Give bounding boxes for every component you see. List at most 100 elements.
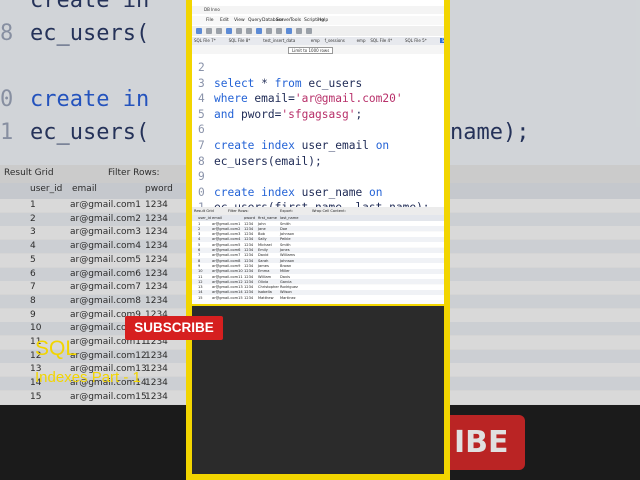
- video-frame: DB Inno File Edit View Query Database Server T…: [186, 0, 450, 480]
- table-cell: 1: [198, 221, 201, 226]
- table-cell: Christopher: [258, 285, 279, 290]
- table-cell: ar@gmail.com15: [212, 295, 243, 300]
- table-cell: Peikle: [280, 237, 291, 242]
- menu-bar: File Edit View Query Database Server Tools Scri…: [192, 16, 444, 25]
- table-cell: ar@gmail.com3: [212, 232, 241, 237]
- tab-sql-file-7-[interactable]: SQL File 7*: [194, 38, 216, 43]
- toolbar-icon[interactable]: [226, 28, 232, 34]
- code-keyword: index: [261, 185, 295, 199]
- table-cell: ar@gmail.com10: [212, 269, 243, 274]
- table-cell: Michael: [258, 242, 272, 247]
- table-cell: Davis: [280, 274, 290, 279]
- table-cell: 1234: [244, 274, 254, 279]
- tab-emp[interactable]: emp: [357, 38, 366, 43]
- column-header[interactable]: first_name: [258, 216, 277, 220]
- toolbar-icon[interactable]: [296, 28, 302, 34]
- toolbar-icon[interactable]: [286, 28, 292, 34]
- table-cell: Martinez: [280, 295, 296, 300]
- limit-rows-select[interactable]: Limit to 1000 rows: [288, 47, 334, 54]
- table-cell: Garcia: [280, 279, 292, 284]
- code-text: ec_users: [301, 76, 363, 90]
- code-text: pword=: [234, 107, 282, 121]
- table-cell: Bob: [258, 232, 265, 237]
- toolbar-icon[interactable]: [266, 28, 272, 34]
- table-cell: 1234: [244, 221, 254, 226]
- caption-card: [192, 306, 444, 474]
- table-cell: Wilson: [280, 290, 292, 295]
- table-cell: 1234: [244, 242, 254, 247]
- table-cell: 1234: [244, 290, 254, 295]
- menu-item-tools[interactable]: Tools: [290, 18, 301, 23]
- menu-item-view[interactable]: View: [234, 18, 245, 23]
- tab-sql-file-8-[interactable]: SQL File 8*: [229, 38, 251, 43]
- line-number: 0: [198, 185, 205, 199]
- table-cell: 11: [198, 274, 203, 279]
- tab-f-sessions[interactable]: f_sessions: [325, 38, 345, 43]
- code-keyword: create: [214, 139, 255, 152]
- result-toolbar-item[interactable]: Result Grid: [194, 209, 214, 213]
- subscribe-button[interactable]: SUBSCRIBE: [125, 316, 223, 340]
- column-header[interactable]: email: [212, 216, 222, 220]
- table-cell: 1234: [244, 226, 254, 231]
- menu-item-query[interactable]: Query: [248, 18, 262, 23]
- result-toolbar-item[interactable]: Export:: [280, 209, 293, 213]
- table-cell: Smith: [280, 221, 291, 226]
- table-cell: Miller: [280, 269, 290, 274]
- toolbar-icon[interactable]: [196, 28, 202, 34]
- toolbar-icon[interactable]: [256, 28, 262, 34]
- video-subtitle: Indexes Part - 1: [35, 369, 141, 386]
- column-header[interactable]: last_name: [280, 216, 298, 220]
- code-keyword: index: [261, 139, 295, 152]
- line-number: 9: [198, 170, 205, 184]
- column-header[interactable]: user_id: [198, 216, 211, 220]
- line-number: 4: [198, 92, 205, 106]
- table-cell: Matthew: [258, 295, 274, 300]
- code-line: 4 where email='ar@gmail.com20': [198, 92, 403, 105]
- table-cell: Johnson: [280, 258, 295, 263]
- column-header[interactable]: pword: [244, 216, 255, 220]
- main-toolbar: [192, 26, 444, 36]
- tab-test-insert-data[interactable]: test_insert_data: [263, 38, 295, 43]
- result-toolbar-item[interactable]: Filter Rows:: [228, 209, 249, 213]
- toolbar-icon[interactable]: [246, 28, 252, 34]
- table-cell: 15: [198, 295, 203, 300]
- toolbar-icon[interactable]: [276, 28, 282, 34]
- table-cell: ar@gmail.com2: [212, 226, 241, 231]
- table-cell: 1234: [244, 237, 254, 242]
- sql-editor[interactable]: 2 3 select * from ec_users 4 where email='ar…: [192, 55, 444, 214]
- table-row[interactable]: 15 ar@gmail.com15 1234 Matthew Martinez: [192, 295, 444, 301]
- tab-emp[interactable]: emp: [311, 38, 320, 43]
- code-line: 9: [198, 170, 214, 183]
- toolbar-icon[interactable]: [236, 28, 242, 34]
- code-text: user_email: [294, 139, 376, 152]
- result-toolbar-item[interactable]: Wrap Cell Content:: [312, 209, 346, 213]
- workbench-window: DB Inno File Edit View Query Database Server T…: [192, 0, 444, 304]
- menu-item-edit[interactable]: Edit: [220, 18, 229, 23]
- table-cell: 14: [198, 290, 203, 295]
- table-cell: ar@gmail.com11: [212, 274, 243, 279]
- table-cell: ar@gmail.com7: [212, 253, 241, 258]
- toolbar-icon[interactable]: [206, 28, 212, 34]
- table-cell: Emma: [258, 269, 270, 274]
- table-cell: 1234: [244, 248, 254, 252]
- tab-sql-file-10-[interactable]: SQL File 10*: [439, 38, 444, 43]
- menu-item-file[interactable]: File: [206, 18, 214, 23]
- table-cell: 1234: [244, 279, 254, 284]
- tab-sql-file-4-[interactable]: SQL File 4*: [370, 38, 392, 43]
- menu-item-help[interactable]: Help: [318, 18, 328, 23]
- table-cell: Olivia: [258, 279, 269, 284]
- menu-item-server[interactable]: Server: [276, 18, 291, 23]
- toolbar-icon[interactable]: [306, 28, 312, 34]
- table-cell: ar@gmail.com5: [212, 242, 241, 247]
- table-cell: ar@gmail.com12: [212, 279, 243, 284]
- table-cell: Williams: [280, 253, 296, 258]
- tab-sql-file-5-[interactable]: SQL File 5*: [405, 38, 427, 43]
- table-cell: 1234: [244, 269, 254, 274]
- code-keyword: on: [368, 185, 383, 199]
- table-cell: ar@gmail.com6: [212, 248, 241, 252]
- table-cell: Jane: [258, 226, 266, 231]
- table-cell: 1234: [244, 253, 254, 258]
- toolbar-icon[interactable]: [216, 28, 222, 34]
- table-cell: 5: [198, 242, 201, 247]
- window-title: DB Inno: [204, 7, 220, 12]
